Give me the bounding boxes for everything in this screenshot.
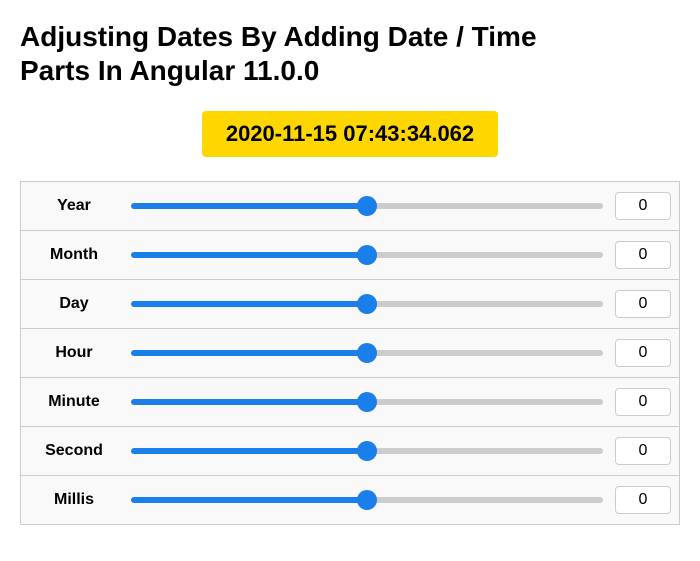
slider-label-day: Day	[29, 295, 119, 313]
date-display-wrapper: 2020-11-15 07:43:34.062	[20, 111, 680, 157]
slider-value-month: 0	[615, 241, 671, 269]
slider-track-day	[131, 294, 603, 314]
slider-label-minute: Minute	[29, 393, 119, 411]
slider-input-hour[interactable]	[131, 350, 603, 356]
slider-value-millis: 0	[615, 486, 671, 514]
slider-label-hour: Hour	[29, 344, 119, 362]
slider-row-year: Year 0	[20, 181, 680, 230]
page-title: Adjusting Dates By Adding Date / Time Pa…	[20, 20, 680, 87]
slider-row-month: Month 0	[20, 230, 680, 279]
slider-row-millis: Millis 0	[20, 475, 680, 525]
sliders-container: Year0Month0Day0Hour0Minute0Second0Millis…	[20, 181, 680, 525]
slider-value-day: 0	[615, 290, 671, 318]
slider-track-second	[131, 441, 603, 461]
slider-track-year	[131, 196, 603, 216]
slider-input-month[interactable]	[131, 252, 603, 258]
slider-track-minute	[131, 392, 603, 412]
slider-track-millis	[131, 490, 603, 510]
date-display: 2020-11-15 07:43:34.062	[202, 111, 498, 157]
slider-label-millis: Millis	[29, 491, 119, 509]
slider-input-second[interactable]	[131, 448, 603, 454]
slider-track-hour	[131, 343, 603, 363]
slider-row-second: Second 0	[20, 426, 680, 475]
slider-label-month: Month	[29, 246, 119, 264]
slider-row-minute: Minute 0	[20, 377, 680, 426]
slider-value-minute: 0	[615, 388, 671, 416]
slider-input-minute[interactable]	[131, 399, 603, 405]
slider-row-hour: Hour 0	[20, 328, 680, 377]
slider-input-year[interactable]	[131, 203, 603, 209]
slider-input-day[interactable]	[131, 301, 603, 307]
slider-track-month	[131, 245, 603, 265]
slider-label-year: Year	[29, 197, 119, 215]
slider-input-millis[interactable]	[131, 497, 603, 503]
slider-value-hour: 0	[615, 339, 671, 367]
slider-row-day: Day 0	[20, 279, 680, 328]
slider-value-second: 0	[615, 437, 671, 465]
slider-value-year: 0	[615, 192, 671, 220]
slider-label-second: Second	[29, 442, 119, 460]
